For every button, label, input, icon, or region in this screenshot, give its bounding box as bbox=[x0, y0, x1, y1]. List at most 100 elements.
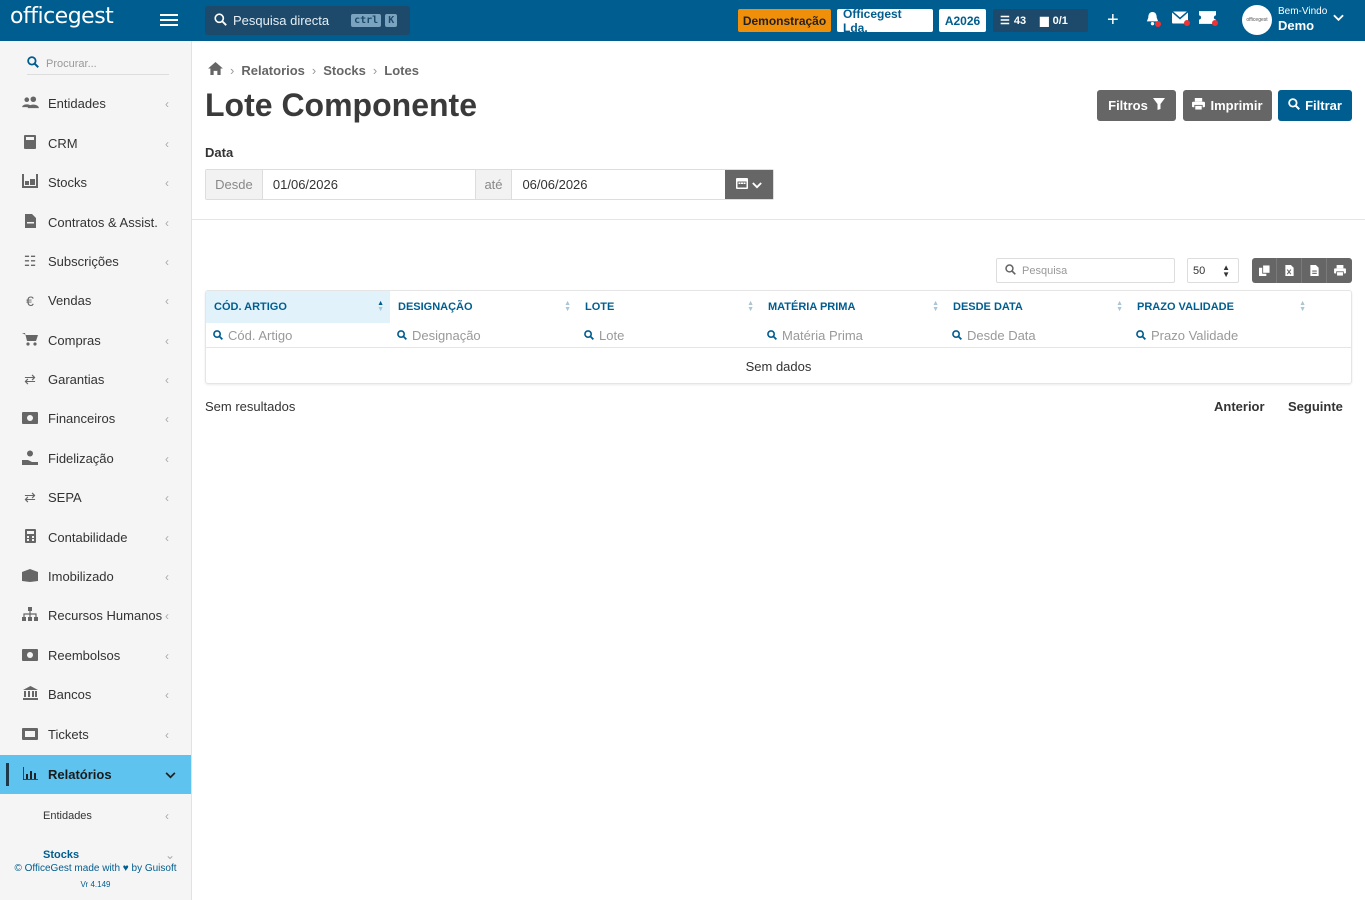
year-badge[interactable]: A2026 bbox=[939, 9, 986, 32]
hand-coin-icon bbox=[21, 450, 39, 468]
filter-placeholder: Designação bbox=[412, 328, 481, 343]
counters[interactable]: ☰ 43 ▆ 0/1 bbox=[993, 9, 1088, 32]
sidebar-item-bancos[interactable]: Bancos ‹ bbox=[0, 675, 191, 714]
bell-icon[interactable] bbox=[1145, 11, 1161, 31]
filter-placeholder: Lote bbox=[599, 328, 625, 343]
search-icon bbox=[1136, 329, 1146, 343]
next-page-button[interactable]: Seguinte bbox=[1288, 399, 1343, 414]
warehouse-icon bbox=[21, 174, 39, 191]
column-header-lote[interactable]: LOTE ▲ ▼ bbox=[577, 291, 760, 323]
company-badge[interactable]: Officegest Lda. bbox=[837, 7, 933, 35]
ticket-icon bbox=[21, 727, 39, 743]
sort-icon: ▲ ▼ bbox=[1222, 263, 1230, 279]
copy-button[interactable] bbox=[1252, 258, 1277, 283]
avatar[interactable]: officegest bbox=[1242, 5, 1272, 35]
export-buttons bbox=[1252, 258, 1352, 283]
sort-icon: ▲ ▼ bbox=[564, 300, 571, 313]
to-date-input[interactable]: 06/06/2026 bbox=[512, 170, 725, 199]
sort-icon: ▲ ▼ bbox=[932, 300, 939, 313]
breadcrumb-relatorios[interactable]: Relatorios bbox=[241, 63, 305, 78]
print-icon bbox=[1192, 98, 1206, 113]
column-header-prazo-validade[interactable]: PRAZO VALIDADE ▲ ▼ bbox=[1129, 291, 1312, 323]
filter-materia-prima[interactable]: Matéria Prima bbox=[760, 323, 945, 348]
page-title: Lote Componente bbox=[205, 87, 477, 123]
filter-prazo-validade[interactable]: Prazo Validade bbox=[1129, 323, 1312, 348]
sidebar-item-relatorios[interactable]: Relatórios bbox=[0, 755, 191, 794]
column-header-desde-data[interactable]: DESDE DATA ▲ ▼ bbox=[945, 291, 1129, 323]
global-search-label: Pesquisa directa bbox=[233, 13, 330, 28]
print-icon bbox=[1333, 265, 1346, 276]
sidebar-item-compras[interactable]: Compras ‹ bbox=[0, 321, 191, 360]
sidebar-item-fidelizacao[interactable]: Fidelização ‹ bbox=[0, 439, 191, 478]
sidebar-footer: © OfficeGest made with ♥ by Guisoft Vr 4… bbox=[0, 861, 191, 900]
sidebar-item-stocks[interactable]: Stocks ‹ bbox=[0, 163, 191, 202]
previous-page-button[interactable]: Anterior bbox=[1214, 399, 1265, 414]
users-icon bbox=[21, 95, 39, 112]
sidebar-search-placeholder: Procurar... bbox=[46, 57, 97, 70]
column-header-cod-artigo[interactable]: CÓD. ARTIGO ▲ ▼ bbox=[206, 291, 390, 323]
calendar-button[interactable] bbox=[725, 170, 773, 199]
breadcrumb-stocks[interactable]: Stocks bbox=[323, 63, 366, 78]
sidebar-search[interactable]: Procurar... bbox=[27, 53, 169, 75]
sort-asc-icon: ▲ ▼ bbox=[377, 300, 384, 313]
money-icon bbox=[21, 648, 39, 664]
ticket-icon[interactable] bbox=[1199, 11, 1218, 29]
global-search[interactable]: Pesquisa directa ctrl K bbox=[205, 6, 410, 35]
folder-icon: ▆ bbox=[1040, 15, 1049, 27]
mail-icon[interactable] bbox=[1171, 10, 1190, 29]
filtros-button[interactable]: Filtros bbox=[1097, 90, 1176, 121]
filter-cod-artigo[interactable]: Cód. Artigo bbox=[206, 323, 390, 348]
column-header-designacao[interactable]: DESIGNAÇÃO ▲ ▼ bbox=[390, 291, 577, 323]
print-button[interactable] bbox=[1327, 258, 1352, 283]
sidebar-item-imobilizado[interactable]: Imobilizado ‹ bbox=[0, 557, 191, 596]
sidebar-subitem-entidades[interactable]: Entidades ‹ bbox=[0, 796, 191, 835]
sidebar-item-tickets[interactable]: Tickets ‹ bbox=[0, 715, 191, 754]
menu-toggle-icon[interactable] bbox=[160, 11, 178, 29]
sidebar-item-sepa[interactable]: ⇄ SEPA ‹ bbox=[0, 478, 191, 517]
table-search-input[interactable]: Pesquisa bbox=[996, 258, 1175, 283]
filter-lote[interactable]: Lote bbox=[577, 323, 760, 348]
sidebar-item-contabilidade[interactable]: Contabilidade ‹ bbox=[0, 518, 191, 557]
search-icon bbox=[214, 12, 227, 29]
chevron-left-icon: ‹ bbox=[165, 215, 169, 230]
search-icon bbox=[767, 329, 777, 343]
sidebar-item-vendas[interactable]: € Vendas ‹ bbox=[0, 281, 191, 320]
tasks-count: 43 bbox=[1013, 14, 1027, 27]
imprimir-button[interactable]: Imprimir bbox=[1183, 90, 1272, 121]
chevron-down-icon[interactable] bbox=[1333, 11, 1344, 25]
sidebar-item-garantias[interactable]: ⇄ Garantias ‹ bbox=[0, 360, 191, 399]
data-table: CÓD. ARTIGO ▲ ▼ DESIGNAÇÃO ▲ ▼ LOTE ▲ ▼ MAT… bbox=[205, 290, 1352, 384]
column-label: LOTE bbox=[585, 301, 615, 313]
empty-message: Sem dados bbox=[745, 358, 812, 374]
sidebar-item-contratos[interactable]: Contratos & Assist. ‹ bbox=[0, 203, 191, 242]
chevron-left-icon: ‹ bbox=[165, 727, 169, 742]
chevron-left-icon: ‹ bbox=[165, 136, 169, 151]
column-header-materia-prima[interactable]: MATÉRIA PRIMA ▲ ▼ bbox=[760, 291, 945, 323]
exchange-icon: ⇄ bbox=[24, 489, 36, 505]
pdf-button[interactable] bbox=[1302, 258, 1327, 283]
copy-icon bbox=[1258, 265, 1270, 276]
sidebar-item-reembolsos[interactable]: Reembolsos ‹ bbox=[0, 636, 191, 675]
filtrar-button[interactable]: Filtrar bbox=[1278, 90, 1352, 121]
home-icon[interactable] bbox=[208, 62, 223, 78]
filter-desde-data[interactable]: Desde Data bbox=[945, 323, 1129, 348]
filter-designacao[interactable]: Designação bbox=[390, 323, 577, 348]
app-logo[interactable]: officegest bbox=[10, 4, 114, 29]
page-size-select[interactable]: 50 ▲ ▼ bbox=[1187, 258, 1239, 283]
column-label: PRAZO VALIDADE bbox=[1137, 301, 1234, 313]
user-welcome[interactable]: Bem-Vindo Demo bbox=[1278, 7, 1327, 33]
sidebar-item-recursos-humanos[interactable]: Recursos Humanos ‹ bbox=[0, 596, 191, 635]
excel-button[interactable] bbox=[1277, 258, 1302, 283]
sidebar-item-entidades[interactable]: Entidades ‹ bbox=[0, 84, 191, 123]
demo-badge[interactable]: Demonstração bbox=[738, 9, 831, 32]
plus-icon[interactable]: + bbox=[1107, 9, 1119, 32]
sitemap-icon bbox=[21, 607, 39, 624]
column-label: CÓD. ARTIGO bbox=[214, 301, 287, 313]
sidebar-item-subscricoes[interactable]: ☷ Subscrições ‹ bbox=[0, 242, 191, 281]
sidebar-item-crm[interactable]: CRM ‹ bbox=[0, 124, 191, 163]
search-icon bbox=[952, 329, 962, 343]
divider bbox=[192, 219, 1365, 220]
sidebar-item-financeiros[interactable]: Financeiros ‹ bbox=[0, 399, 191, 438]
calculator-icon bbox=[21, 529, 39, 546]
from-date-input[interactable]: 01/06/2026 bbox=[263, 170, 475, 199]
